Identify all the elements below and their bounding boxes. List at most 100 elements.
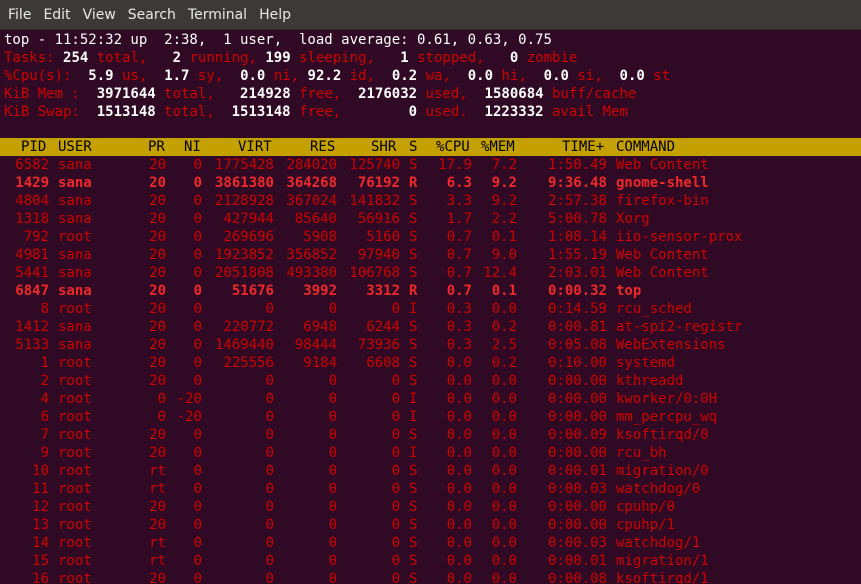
mem-label: KiB Mem : <box>4 86 80 102</box>
table-row: 8 root 20 0 0 0 0 I 0.3 0.0 0:14.59 rcu_sched <box>0 300 861 318</box>
mem-used: 2176032 <box>358 86 418 102</box>
tasks-stopped: 1 <box>400 50 409 66</box>
cpu-si-label: si, <box>577 68 603 84</box>
swap-used-label: used. <box>425 104 468 120</box>
cell-command: cpuhp/0 <box>616 499 676 515</box>
mem-free: 214928 <box>240 86 291 102</box>
cell-command: WebExtensions <box>616 337 726 353</box>
tasks-line: Tasks: 254 total, 2 running, 199 sleepin… <box>4 49 577 67</box>
col-command: COMMAND <box>616 139 676 155</box>
menu-help[interactable]: Help <box>253 7 297 23</box>
cpu-line: %Cpu(s): 5.9 us, 1.7 sy, 0.0 ni, 92.2 id… <box>4 67 670 85</box>
col-ni: NI <box>184 139 201 155</box>
menu-terminal[interactable]: Terminal <box>182 7 253 23</box>
cell-time: 1:55.19 <box>547 247 607 263</box>
col-s: S <box>409 139 418 155</box>
swap-avail: 1223332 <box>484 104 544 120</box>
cpu-us-label: us, <box>122 68 148 84</box>
cell-time: 0:00.32 <box>547 283 607 299</box>
mem-buff-label: buff/cache <box>552 86 637 102</box>
table-row: 12 root 20 0 0 0 0 S 0.0 0.0 0:00.00 cpuhp/0 <box>0 498 861 516</box>
cpu-st: 0.0 <box>619 68 645 84</box>
cell-time: 2:03.01 <box>547 265 607 281</box>
table-row: 6582 sana 20 0 1775428 284020 125740 S 17.9 7.2 1:… <box>0 156 861 174</box>
table-row: 4981 sana 20 0 1923852 356852 97940 S 0.7 9.0 1:55… <box>0 246 861 264</box>
table-row: 16 root 20 0 0 0 0 S 0.0 0.0 0:00.08 ksoftirqd/1 <box>0 570 861 584</box>
uptime-line: top - 11:52:32 up 2:38, 1 user, load ave… <box>4 32 552 48</box>
cell-time: 0:10.00 <box>547 355 607 371</box>
tasks-total-label: total, <box>96 50 148 66</box>
col-pr: PR <box>148 139 165 155</box>
swap-used: 0 <box>408 104 418 120</box>
table-row: 2 root 20 0 0 0 0 S 0.0 0.0 0:00.00 kthreadd <box>0 372 861 390</box>
cell-command: Web Content <box>616 265 709 281</box>
cpu-label: %Cpu(s): <box>4 68 72 84</box>
mem-total: 3971644 <box>96 86 156 102</box>
cpu-sy: 1.7 <box>164 68 190 84</box>
cpu-ni-label: ni, <box>273 68 300 84</box>
table-row: 5133 sana 20 0 1469440 98444 73936 S 0.3 2.5 0:05.… <box>0 336 861 354</box>
swap-total-label: total, <box>164 104 215 120</box>
table-row: 1429 sana 20 0 3861380 364268 76192 R 6.3 9.2 9:36… <box>0 174 861 192</box>
menu-file[interactable]: File <box>2 7 37 23</box>
cell-time: 0:00.03 <box>547 481 607 497</box>
table-row: 792 root 20 0 269696 5908 5160 S 0.7 0.1 1:08.14 ii… <box>0 228 861 246</box>
cell-command: rcu_bh <box>616 445 667 461</box>
mem-free-label: free, <box>299 86 342 102</box>
swap-avail-label: avail Mem <box>552 104 628 120</box>
table-row: 6 root 0 -20 0 0 0 I 0.0 0.0 0:00.00 mm_percpu_wq <box>0 408 861 426</box>
cell-time: 0:00.01 <box>547 553 607 569</box>
cell-time: 5:00.78 <box>547 211 607 227</box>
col-time: TIME+ <box>562 139 605 155</box>
swap-free: 1513148 <box>231 104 291 120</box>
cpu-si: 0.0 <box>543 68 569 84</box>
swap-line: KiB Swap: 1513148 total, 1513148 free, 0… <box>4 103 628 121</box>
cell-time: 9:36.48 <box>547 175 607 191</box>
col-mem: %MEM <box>481 139 515 155</box>
cpu-hi: 0.0 <box>467 68 494 84</box>
cell-time: 0:00.09 <box>547 427 607 443</box>
cell-time: 0:00.03 <box>547 535 607 551</box>
tasks-running: 2 <box>172 50 182 66</box>
table-row: 1318 sana 20 0 427944 85640 56916 S 1.7 2.2 5:00.7… <box>0 210 861 228</box>
table-row: 13 root 20 0 0 0 0 S 0.0 0.0 0:00.00 cpuhp/1 <box>0 516 861 534</box>
cpu-wa: 0.2 <box>391 68 418 84</box>
table-row: 4 root 0 -20 0 0 0 I 0.0 0.0 0:00.00 kworker/0:0H <box>0 390 861 408</box>
swap-total: 1513148 <box>96 104 156 120</box>
cell-command: cpuhp/1 <box>616 517 676 533</box>
tasks-zombie: 0 <box>509 50 519 66</box>
cell-time: 1:08.14 <box>547 229 607 245</box>
cell-command: at-spi2-registr <box>616 319 743 335</box>
cell-command: rcu_sched <box>616 301 692 317</box>
cell-command: gnome-shell <box>616 175 709 191</box>
cell-time: 0:00.00 <box>547 445 607 461</box>
cpu-st-label: st <box>653 68 671 84</box>
cell-command: watchdog/0 <box>616 481 701 497</box>
tasks-zombie-label: zombie <box>526 50 578 66</box>
terminal-area[interactable]: top - 11:52:32 up 2:38, 1 user, load ave… <box>0 30 861 584</box>
col-user: USER <box>58 139 92 155</box>
menu-edit[interactable]: Edit <box>37 7 76 23</box>
table-row: 1412 sana 20 0 220772 6948 6244 S 0.3 0.2 0:00.81 a… <box>0 318 861 336</box>
cell-time: 0:14.59 <box>547 301 607 317</box>
table-row: 11 root rt 0 0 0 0 S 0.0 0.0 0:00.03 watchdog/0 <box>0 480 861 498</box>
menu-search[interactable]: Search <box>122 7 182 23</box>
table-row: 7 root 20 0 0 0 0 S 0.0 0.0 0:00.09 ksoftirqd/0 <box>0 426 861 444</box>
cell-time: 0:00.00 <box>547 409 607 425</box>
cell-command: watchdog/1 <box>616 535 701 551</box>
menu-view[interactable]: View <box>77 7 122 23</box>
col-cpu: %CPU <box>436 139 470 155</box>
cell-command: ksoftirqd/1 <box>616 571 709 584</box>
table-header: PID USER PR NI VIRT RES SHR S %CPU %MEM … <box>0 138 861 156</box>
col-shr: SHR <box>371 139 397 155</box>
cpu-sy-label: sy, <box>197 68 224 84</box>
cell-command: kworker/0:0H <box>616 391 718 407</box>
mem-used-label: used, <box>425 86 468 102</box>
mem-buff: 1580684 <box>484 86 544 102</box>
cell-time: 0:05.08 <box>547 337 607 353</box>
mem-total-label: total, <box>164 86 215 102</box>
cpu-ni: 0.0 <box>240 68 266 84</box>
cell-command: firefox-bin <box>616 193 709 209</box>
swap-label: KiB Swap: <box>4 104 80 120</box>
cell-time: 0:00.00 <box>547 391 607 407</box>
